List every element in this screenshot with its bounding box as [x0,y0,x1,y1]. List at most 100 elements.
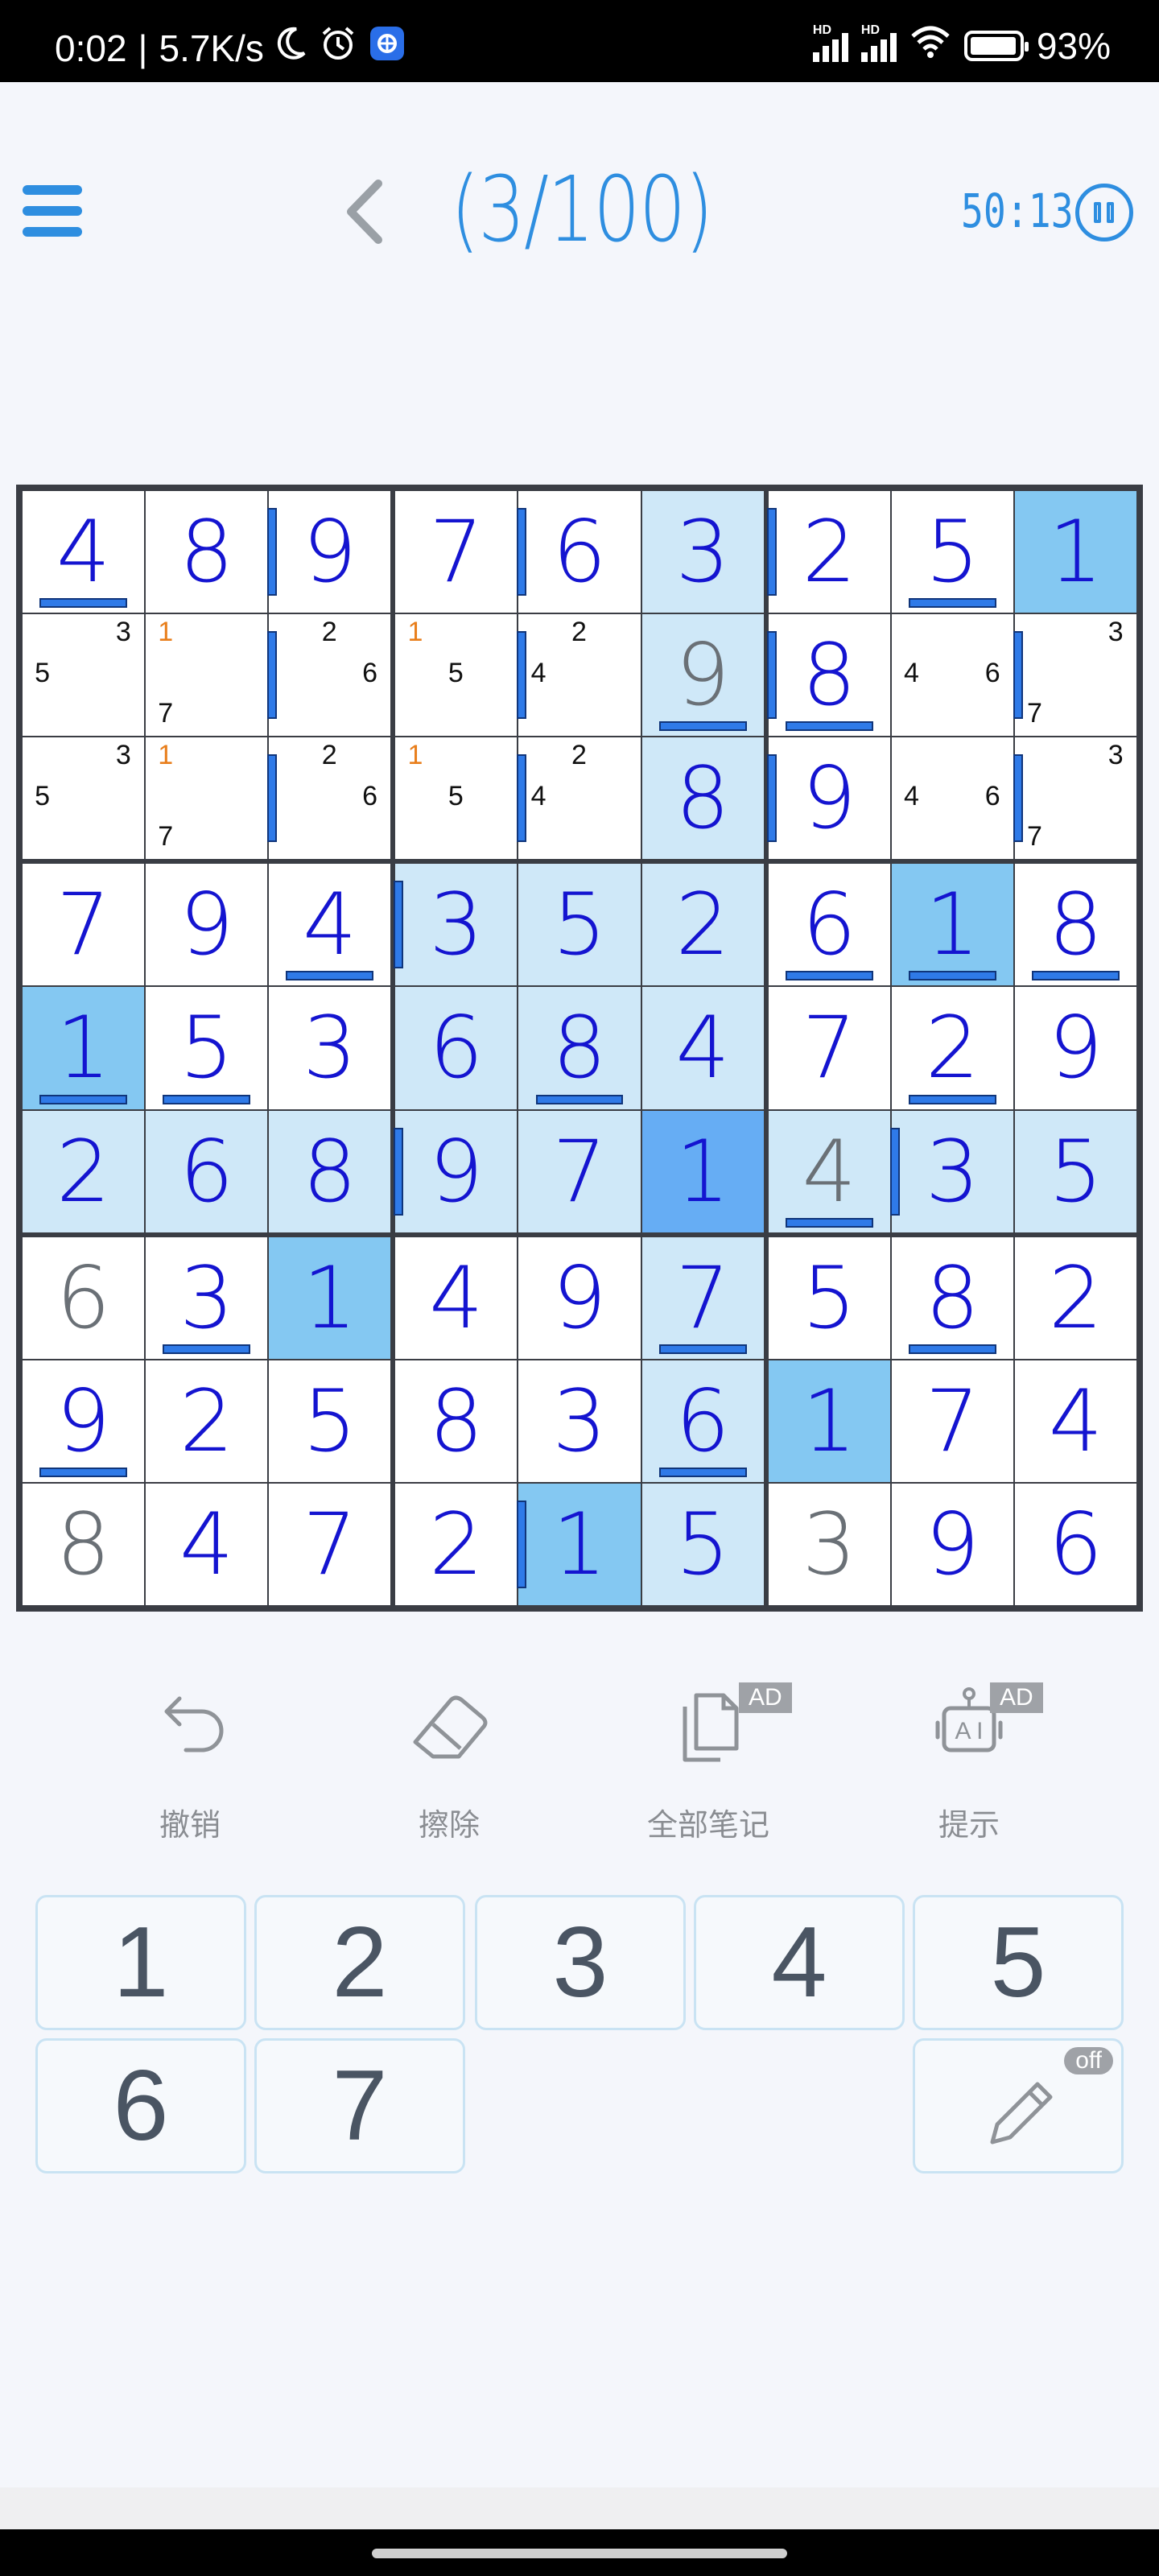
cell-value: 6 [675,1371,730,1471]
board-cell[interactable]: 24 [518,614,641,737]
board-cell[interactable]: 7 [23,864,145,986]
number-key-3[interactable]: 3 [475,1895,686,2030]
board-cell[interactable]: 5 [518,864,641,986]
board-cell[interactable]: 2 [146,1360,268,1482]
board-cell[interactable]: 3 [768,1483,890,1605]
board-cell[interactable]: 1 [23,987,145,1109]
number-key-2[interactable]: 2 [254,1895,465,2030]
board-cell[interactable]: 9 [23,1360,145,1482]
board-cell[interactable]: 46 [891,737,1013,860]
home-gesture-handle[interactable] [372,2549,787,2558]
board-cell[interactable]: 8 [518,987,641,1109]
board-cell[interactable]: 2 [1014,1236,1136,1359]
number-key-5[interactable]: 5 [913,1895,1124,2030]
board-cell[interactable]: 9 [641,614,764,737]
board-cell[interactable]: 4 [641,987,764,1109]
board-cell[interactable]: 6 [395,987,518,1109]
board-cell[interactable]: 9 [768,737,890,860]
board-cell[interactable]: 6 [768,864,890,986]
cell-value: 1 [802,1371,856,1471]
board-cell[interactable]: 8 [641,737,764,860]
board-cell[interactable]: 2 [641,864,764,986]
board-cell[interactable]: 15 [395,614,518,737]
pencil-toggle-button[interactable]: off [913,2038,1124,2174]
number-key-1[interactable]: 1 [35,1895,246,2030]
board-cell[interactable]: 5 [891,491,1013,613]
board-cell[interactable]: 4 [269,864,391,986]
board-cell[interactable]: 5 [641,1483,764,1605]
board-cell[interactable]: 1 [518,1483,641,1605]
board-cell[interactable]: 37 [1014,737,1136,860]
board-cell[interactable]: 3 [146,1236,268,1359]
board-cell[interactable]: 7 [641,1236,764,1359]
board-cell[interactable]: 1 [891,864,1013,986]
board-cell[interactable]: 5 [269,1360,391,1482]
board-cell[interactable]: 6 [146,1110,268,1232]
board-cell[interactable]: 7 [395,491,518,613]
board-cell[interactable]: 6 [23,1236,145,1359]
board-cell[interactable]: 24 [518,737,641,860]
board-cell[interactable]: 35 [23,737,145,860]
number-key-4[interactable]: 4 [694,1895,905,2030]
board-cell[interactable]: 5 [146,987,268,1109]
board-cell[interactable]: 9 [1014,987,1136,1109]
board-cell[interactable]: 3 [395,864,518,986]
board-cell[interactable]: 17 [146,614,268,737]
board-cell[interactable]: 3 [269,987,391,1109]
board-cell[interactable]: 8 [269,1110,391,1232]
menu-icon[interactable] [23,185,82,237]
board-cell[interactable]: 15 [395,737,518,860]
board-cell[interactable]: 8 [768,614,890,737]
board-cell[interactable]: 7 [891,1360,1013,1482]
board-cell[interactable]: 8 [1014,864,1136,986]
back-arrow-icon[interactable] [336,175,393,248]
board-cell[interactable]: 7 [269,1483,391,1605]
board-cell[interactable]: 4 [146,1483,268,1605]
board-cell[interactable]: 26 [269,614,391,737]
board-cell[interactable]: 2 [891,987,1013,1109]
board-cell[interactable]: 5 [768,1236,890,1359]
board-cell[interactable]: 6 [518,491,641,613]
board-cell[interactable]: 1 [641,1110,764,1232]
board-cell[interactable]: 46 [891,614,1013,737]
board-cell[interactable]: 3 [891,1110,1013,1232]
board-cell[interactable]: 7 [518,1110,641,1232]
board-cell[interactable]: 4 [395,1236,518,1359]
board-cell[interactable]: 3 [641,491,764,613]
board-cell[interactable]: 4 [768,1110,890,1232]
board-cell[interactable]: 26 [269,737,391,860]
board-cell[interactable]: 9 [146,864,268,986]
cell-note: 4 [903,657,919,688]
board-cell[interactable]: 2 [23,1110,145,1232]
board-cell[interactable]: 1 [269,1236,391,1359]
all-notes-button[interactable]: AD 全部笔记 [620,1682,797,1843]
undo-button[interactable]: 撤销 [101,1682,278,1843]
board-cell[interactable]: 37 [1014,614,1136,737]
board-cell[interactable]: 8 [146,491,268,613]
number-key-6[interactable]: 6 [35,2038,246,2174]
board-cell[interactable]: 7 [768,987,890,1109]
pause-button[interactable] [1075,184,1133,242]
board-cell[interactable]: 1 [1014,491,1136,613]
board-cell[interactable]: 8 [23,1483,145,1605]
board-cell[interactable]: 4 [23,491,145,613]
board-cell[interactable]: 17 [146,737,268,860]
board-cell[interactable]: 35 [23,614,145,737]
board-cell[interactable]: 9 [395,1110,518,1232]
board-cell[interactable]: 6 [641,1360,764,1482]
board-cell[interactable]: 2 [395,1483,518,1605]
board-cell[interactable]: 8 [395,1360,518,1482]
board-cell[interactable]: 9 [269,491,391,613]
board-cell[interactable]: 8 [891,1236,1013,1359]
number-key-7[interactable]: 7 [254,2038,465,2174]
hint-button[interactable]: A I AD 提示 [881,1682,1058,1843]
board-cell[interactable]: 3 [518,1360,641,1482]
board-cell[interactable]: 9 [891,1483,1013,1605]
board-cell[interactable]: 4 [1014,1360,1136,1482]
board-cell[interactable]: 6 [1014,1483,1136,1605]
erase-button[interactable]: 擦除 [361,1682,538,1843]
board-cell[interactable]: 2 [768,491,890,613]
board-cell[interactable]: 1 [768,1360,890,1482]
board-cell[interactable]: 5 [1014,1110,1136,1232]
board-cell[interactable]: 9 [518,1236,641,1359]
